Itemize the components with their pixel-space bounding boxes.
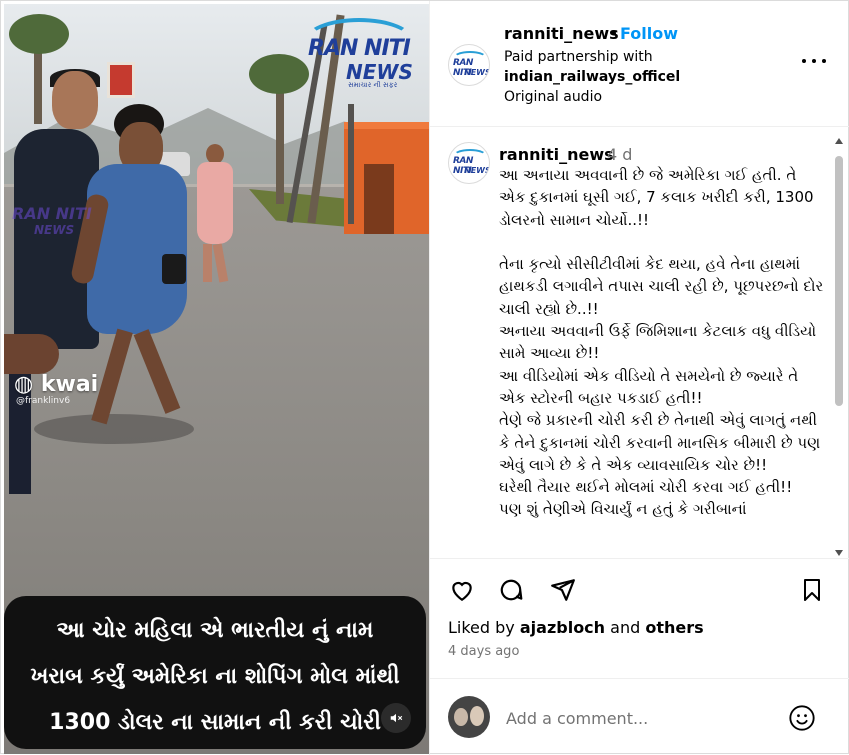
avatar-logo-line2: NEWS [464,68,490,77]
scroll-up-icon[interactable] [835,138,843,144]
header-username[interactable]: ranniti_news [504,24,619,43]
scrollbar[interactable] [833,138,845,556]
separator-dot: • [609,24,619,43]
caption-line: આ ચોર મહિલા એ ભારતીય નું નામ [56,618,374,643]
avatar[interactable] [448,696,490,738]
post-caption-text: આ અનાયા અવવાની છે જે અમેરિકા ગઈ હતી. તે … [499,166,824,519]
post-dialog: RAN NITI NEWS સમાચાર ની સફર RAN NITI NEW… [0,0,849,755]
light-pole [348,104,354,224]
scroll-down-icon[interactable] [835,550,843,556]
emoji-icon[interactable] [788,704,816,732]
heart-icon[interactable] [447,575,477,605]
follow-button[interactable]: Follow [620,24,678,43]
ghost-watermark: RAN NITI NEWS [12,204,92,237]
caption-line: ખરાબ કર્યું અમેરિકા ના શોપિંગ મોલ માંથી [30,664,400,689]
watermark-line1: RAN NITI [308,36,411,61]
avatar[interactable]: RAN NITI NEWS [448,142,490,184]
ghost-watermark-line1: RAN NITI [12,204,92,223]
share-icon[interactable] [548,575,578,605]
store-door [364,164,394,234]
ghost-watermark-line2: NEWS [34,223,75,237]
paid-partnership-label: Paid partnership with [504,49,653,65]
scroll-thumb[interactable] [835,156,843,406]
liked-by-text: Liked by ajazbloch and others [448,618,704,637]
speaker-muted-icon[interactable] [381,703,411,733]
more-options-icon[interactable] [802,59,826,69]
liked-prefix: Liked by [448,618,515,637]
liked-others-link[interactable]: others [645,618,703,637]
avatar-logo-line2: NEWS [464,166,490,175]
comment-input[interactable] [506,706,776,730]
partner-link[interactable]: indian_railways_officel [504,69,680,85]
comment-username[interactable]: ranniti_news [499,145,614,164]
comment-icon[interactable] [496,575,526,605]
add-comment-bar [430,678,849,755]
kwai-logo-icon: ◍ [14,372,34,397]
kwai-watermark: ◍ kwai [14,372,98,397]
watermark-tagline: સમાચાર ની સફર [348,81,398,89]
post-header: RAN NITI NEWS ranniti_news • Follow Paid… [430,1,849,127]
handbag [162,254,186,284]
liked-user-link[interactable]: ajazbloch [520,618,605,637]
palm-leaves [9,14,69,54]
liked-and: and [610,618,641,637]
hand [4,334,59,374]
kwai-label: kwai [40,372,99,397]
video-caption-overlay: આ ચોર મહિલા એ ભારતીય નું નામ ખરાબ કર્યું… [4,596,426,749]
avatar[interactable]: RAN NITI NEWS [448,44,490,86]
bookmark-icon[interactable] [797,575,827,605]
caption-line: 1300 ડોલર ના સામાન ની કરી ચોરી [49,710,381,735]
post-date[interactable]: 4 days ago [448,644,519,659]
post-side-panel: RAN NITI NEWS ranniti_news • Follow Paid… [429,1,849,755]
post-actions: Liked by ajazbloch and others 4 days ago [430,558,849,678]
kwai-handle: @franklinv6 [16,396,71,406]
ranniti-logo-watermark: RAN NITI NEWS સમાચાર ની સફર [294,14,424,89]
comments-section: RAN NITI NEWS ranniti_news 4 d આ અનાયા અ… [430,128,849,558]
comment-time[interactable]: 4 d [607,145,632,164]
audio-link[interactable]: Original audio [504,89,602,105]
